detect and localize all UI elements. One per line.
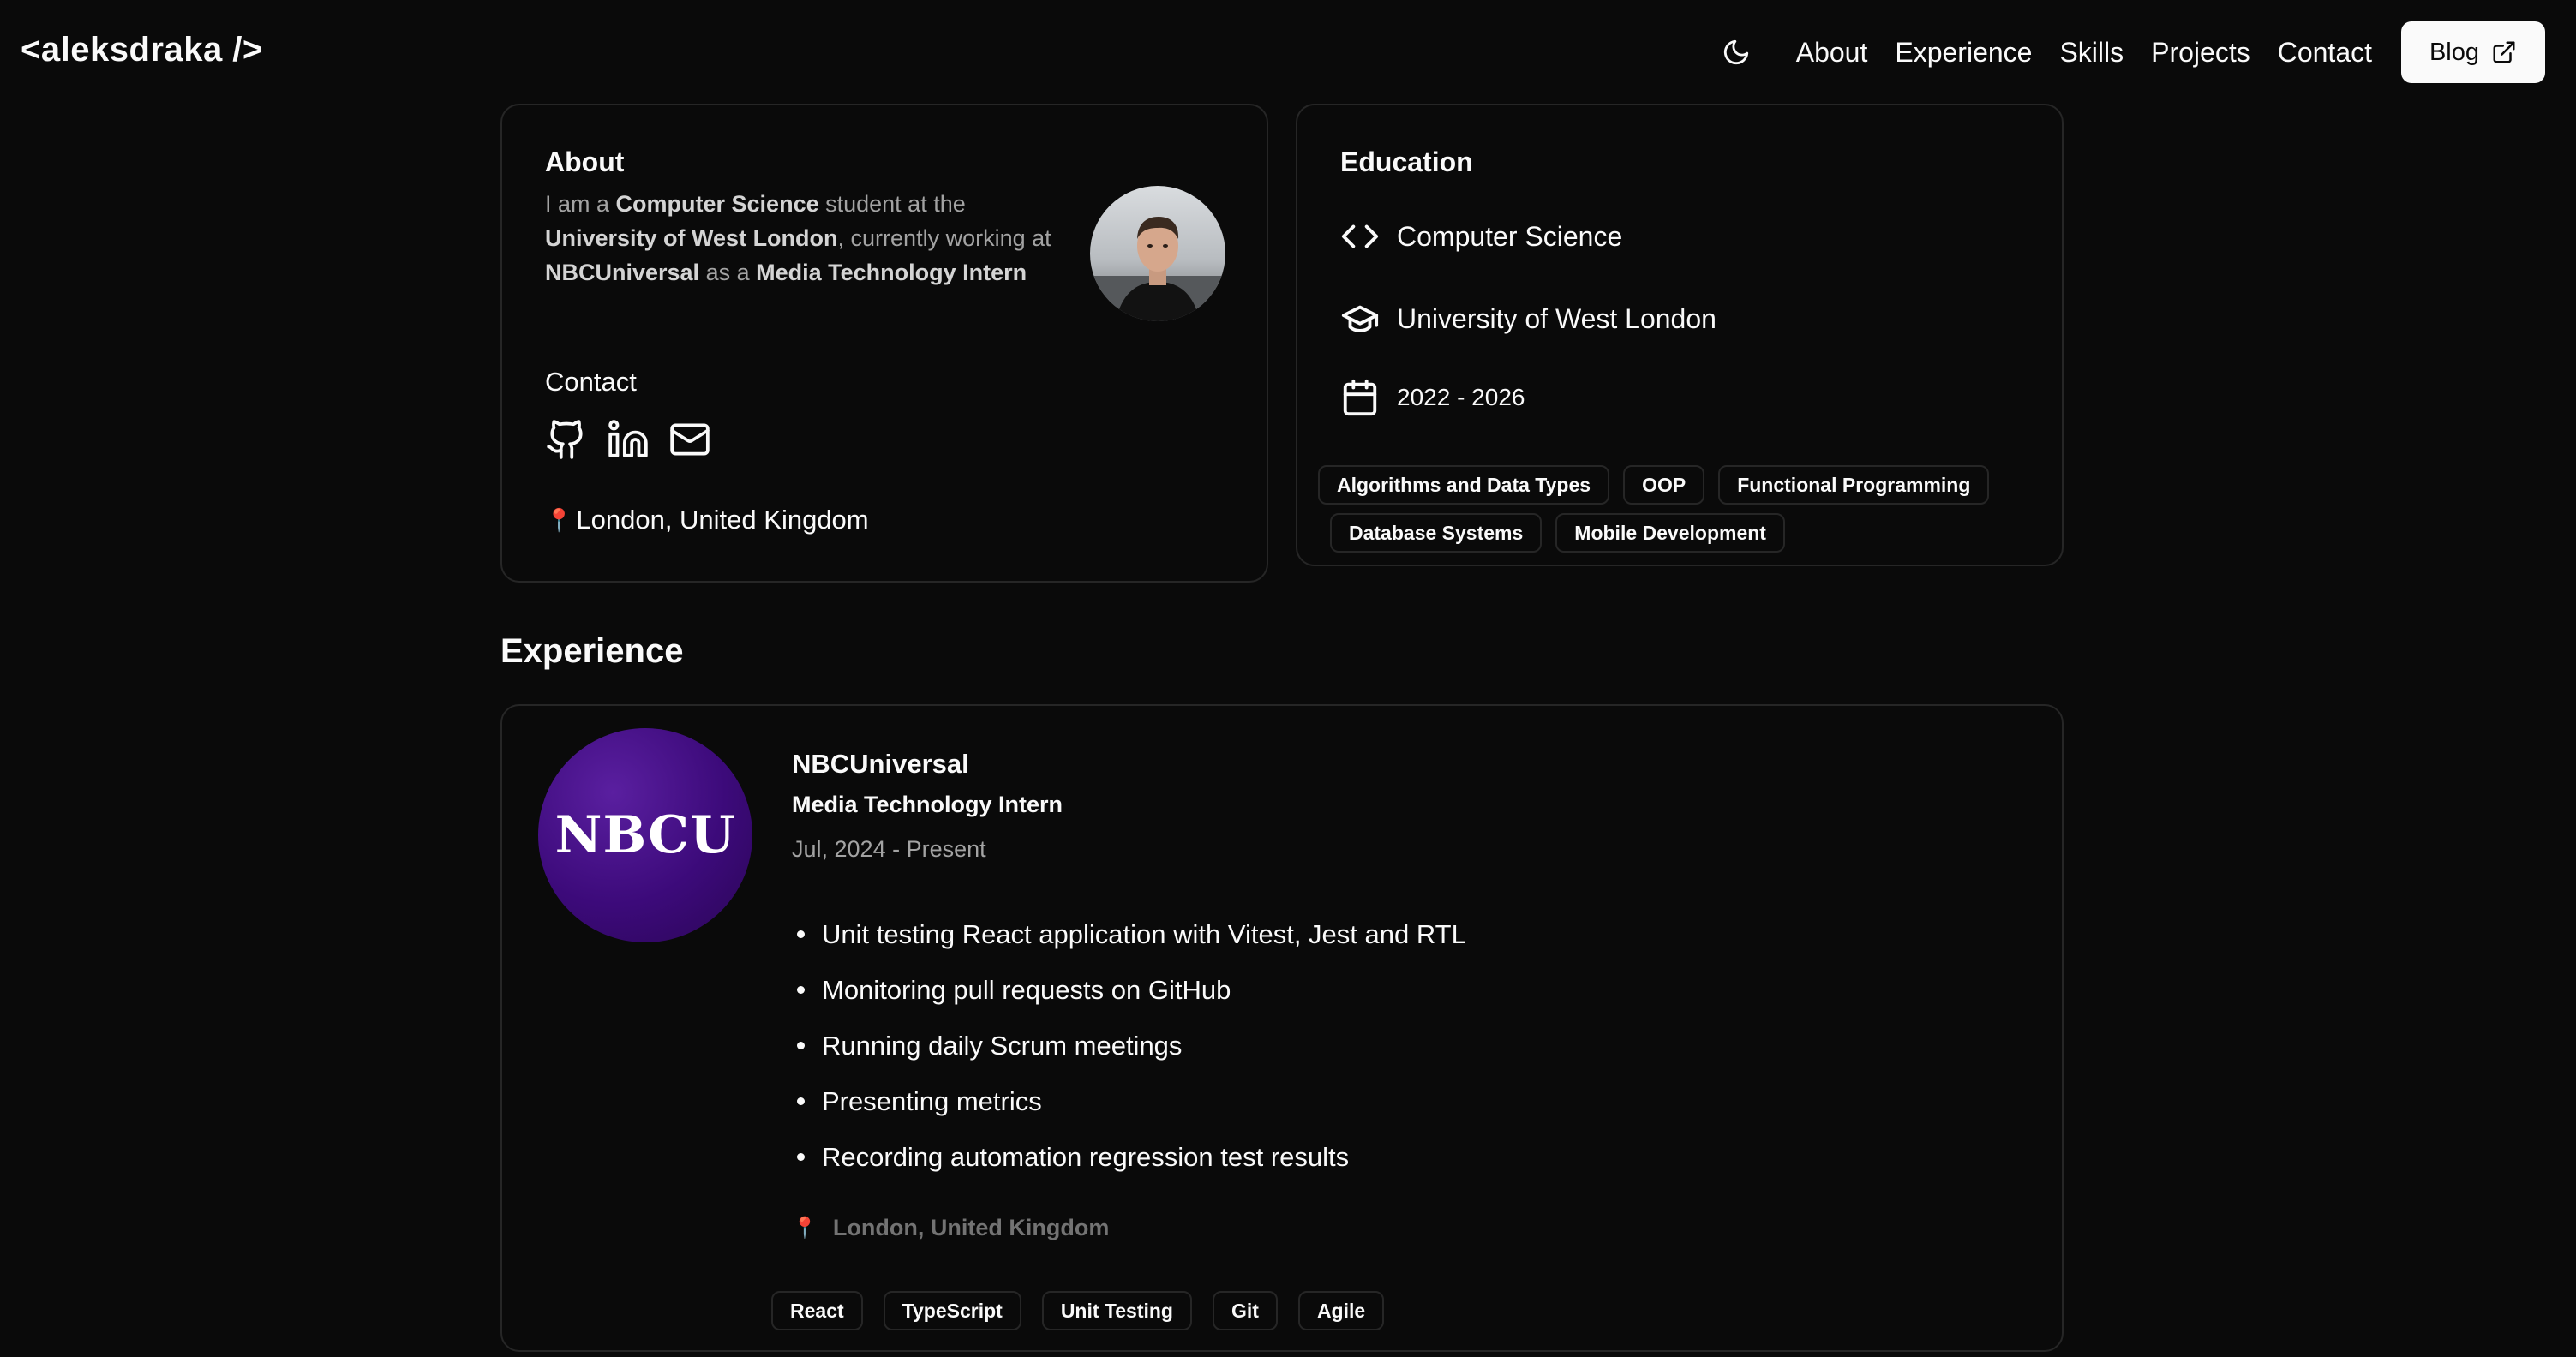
list-item: Presenting metrics: [792, 1073, 1466, 1129]
github-icon[interactable]: [545, 418, 588, 461]
about-text-segment: student at the: [818, 191, 966, 217]
blog-button-label: Blog: [2429, 38, 2480, 66]
skill-tag: TypeScript: [883, 1291, 1021, 1330]
education-years-row: 2022 - 2026: [1340, 378, 1525, 417]
course-tag: Functional Programming: [1718, 465, 1990, 505]
about-text-segment: as a: [699, 260, 757, 285]
linkedin-icon[interactable]: [607, 418, 650, 461]
nav-link-experience[interactable]: Experience: [1895, 37, 2032, 69]
nav-link-about[interactable]: About: [1796, 37, 1868, 69]
education-years: 2022 - 2026: [1397, 384, 1525, 410]
avatar: [1090, 186, 1225, 321]
education-university: University of West London: [1397, 302, 1716, 334]
education-degree: Computer Science: [1397, 220, 1623, 252]
course-tag: Algorithms and Data Types: [1318, 465, 1610, 505]
about-text-university: University of West London: [545, 225, 838, 251]
skill-tag: React: [771, 1291, 863, 1330]
education-university-row: University of West London: [1340, 299, 1716, 338]
nav-link-contact[interactable]: Contact: [2278, 37, 2372, 69]
nav-link-projects[interactable]: Projects: [2151, 37, 2250, 69]
contact-label: Contact: [545, 367, 637, 397]
site-logo[interactable]: <aleksdraka />: [21, 31, 263, 69]
about-description: I am a Computer Science student at the U…: [545, 187, 1059, 290]
about-text-role: Media Technology Intern: [756, 260, 1027, 285]
calendar-icon: [1343, 379, 1377, 416]
code-icon: [1341, 224, 1379, 248]
graduation-cap-icon: [1341, 305, 1379, 332]
avatar-portrait: [1090, 217, 1225, 321]
experience-location: 📍 London, United Kingdom: [792, 1215, 1109, 1241]
blog-button[interactable]: Blog: [2401, 21, 2545, 83]
education-tags: Algorithms and Data Types OOP Functional…: [1318, 465, 2055, 553]
education-card: Education Computer Science University of…: [1296, 104, 2064, 566]
nav-link-skills[interactable]: Skills: [2059, 37, 2124, 69]
experience-tags: React TypeScript Unit Testing Git Agile: [771, 1291, 1385, 1330]
list-item: Recording automation regression test res…: [792, 1129, 1466, 1185]
experience-heading: Experience: [500, 632, 684, 670]
navbar: <aleksdraka /> About Experience Skills P…: [0, 0, 2576, 105]
about-location-text: London, United Kingdom: [576, 505, 869, 535]
experience-company: NBCUniversal: [792, 749, 969, 779]
list-item: Unit testing React application with Vite…: [792, 906, 1466, 962]
experience-bullets: Unit testing React application with Vite…: [792, 906, 1466, 1185]
education-title: Education: [1340, 146, 1473, 177]
experience-role: Media Technology Intern: [792, 792, 1063, 817]
list-item: Running daily Scrum meetings: [792, 1018, 1466, 1073]
mail-icon[interactable]: [668, 418, 711, 461]
experience-card: NBCU NBCUniversal Media Technology Inter…: [500, 704, 2064, 1352]
course-tag: Database Systems: [1330, 513, 1543, 553]
about-text-segment: I am a: [545, 191, 616, 217]
skill-tag: Agile: [1297, 1291, 1385, 1330]
pin-icon: 📍: [545, 506, 573, 533]
about-location: 📍 London, United Kingdom: [545, 505, 869, 535]
course-tag: OOP: [1623, 465, 1705, 505]
experience-location-text: London, United Kingdom: [832, 1215, 1110, 1240]
experience-dates: Jul, 2024 - Present: [792, 836, 986, 862]
about-text-segment: , currently working at: [837, 225, 1051, 251]
skill-tag: Git: [1212, 1291, 1278, 1330]
skill-tag: Unit Testing: [1041, 1291, 1192, 1330]
list-item: Monitoring pull requests on GitHub: [792, 962, 1466, 1018]
about-text-employer: NBCUniversal: [545, 260, 700, 285]
about-text-degree: Computer Science: [615, 191, 819, 217]
pin-icon: 📍: [792, 1217, 818, 1240]
about-card: About I am a Computer Science student at…: [500, 104, 1268, 583]
company-logo: NBCU: [538, 728, 752, 942]
moon-icon: [1723, 39, 1748, 65]
education-degree-row: Computer Science: [1340, 217, 1622, 256]
contact-icons: [545, 418, 730, 461]
about-title: About: [545, 146, 625, 177]
external-link-icon: [2493, 41, 2515, 63]
nav-links: About Experience Skills Projects Contact…: [1712, 21, 2545, 84]
course-tag: Mobile Development: [1555, 513, 1785, 553]
theme-toggle-button[interactable]: [1712, 28, 1760, 76]
company-logo-text: NBCU: [554, 805, 736, 865]
